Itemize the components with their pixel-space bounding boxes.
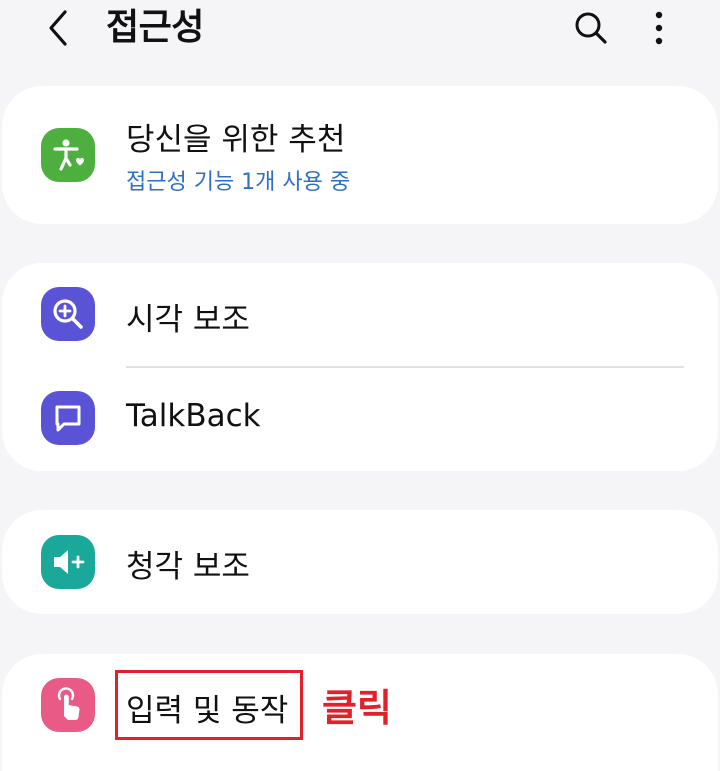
- highlight-box: [115, 670, 303, 740]
- vision-card: 시각 보조 TalkBack: [2, 263, 718, 471]
- chevron-left-icon: [49, 10, 67, 46]
- vision-icon-tile: [41, 287, 95, 341]
- list-item-hearing-assist[interactable]: 청각 보조: [2, 510, 718, 614]
- recommended-card[interactable]: 당신을 위한 추천 접근성 기능 1개 사용 중: [2, 86, 718, 224]
- speaker-plus-icon: [54, 550, 85, 574]
- list-item-vision-assist[interactable]: 시각 보조: [2, 263, 718, 367]
- accessibility-person-heart-icon: [53, 139, 84, 171]
- talkback-icon-tile: [41, 391, 95, 445]
- talkback-label: TalkBack: [126, 398, 261, 434]
- hearing-icon-tile: [41, 535, 95, 589]
- touch-hand-icon: [57, 687, 80, 720]
- page-title: 접근성: [106, 7, 204, 48]
- app-header: 접근성: [0, 0, 720, 62]
- magnifier-plus-icon: [53, 299, 83, 329]
- recommended-icon-tile: [41, 128, 95, 182]
- click-annotation: 클릭: [322, 686, 392, 730]
- recommended-subtitle: 접근성 기능 1개 사용 중: [126, 170, 351, 195]
- search-button[interactable]: [566, 4, 616, 52]
- speech-bubble-icon: [55, 405, 81, 432]
- hearing-assist-label: 청각 보조: [126, 549, 250, 585]
- more-options-button[interactable]: [638, 4, 680, 52]
- list-item-talkback[interactable]: TalkBack: [2, 367, 718, 471]
- hearing-card: 청각 보조: [2, 510, 718, 614]
- more-vertical-icon: [655, 11, 663, 45]
- vision-assist-label: 시각 보조: [126, 302, 250, 338]
- input-icon-tile: [41, 678, 95, 732]
- back-button[interactable]: [34, 4, 82, 52]
- recommended-label: 당신을 위한 추천: [126, 122, 346, 158]
- search-icon: [575, 12, 607, 44]
